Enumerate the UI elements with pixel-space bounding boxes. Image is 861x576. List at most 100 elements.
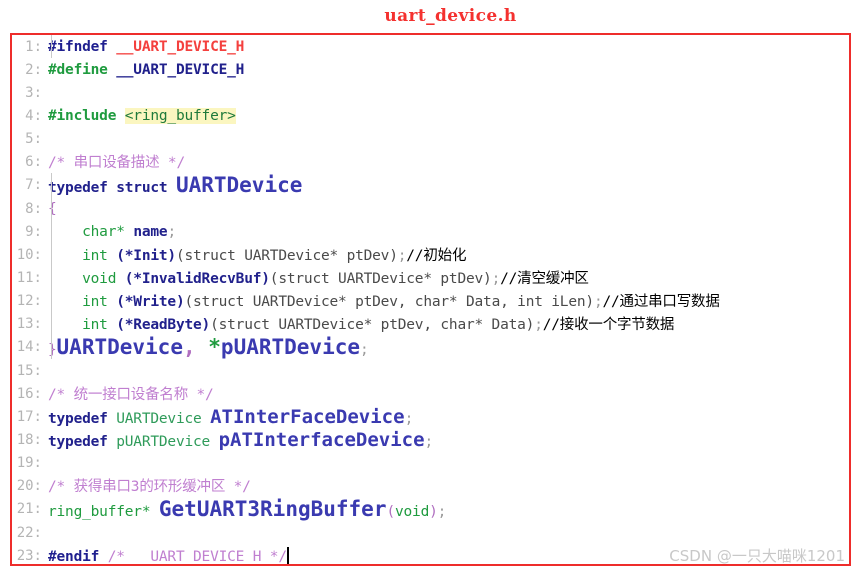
code-line[interactable]: 9: char* name; (12, 220, 849, 243)
code-line[interactable]: 8: { (12, 197, 849, 220)
line-content[interactable]: }UARTDevice, *pUARTDevice; (45, 335, 849, 359)
code-line[interactable]: 19: (12, 451, 849, 474)
code-line[interactable]: 13: int (*ReadByte)(struct UARTDevice* p… (12, 312, 849, 335)
code-line[interactable]: 14: }UARTDevice, *pUARTDevice; (12, 335, 849, 359)
line-number: 17: (16, 408, 42, 425)
line-number: 1: (25, 38, 42, 55)
token-keyword: typedef struct (48, 180, 168, 196)
code-line[interactable]: 17: typedef UARTDevice ATInterFaceDevice… (12, 405, 849, 428)
line-number: 21: (16, 501, 42, 517)
line-content[interactable]: /* 串口设备描述 */ (45, 150, 849, 173)
token-directive: #include (48, 107, 117, 124)
code-line[interactable]: 10: int (*Init)(struct UARTDevice* ptDev… (12, 243, 849, 266)
line-content[interactable]: typedef struct UARTDevice (45, 173, 849, 197)
token-include-path: <ring_buffer> (124, 107, 236, 124)
token-void-param: void (395, 504, 430, 520)
line-number: 2: (25, 61, 42, 78)
line-number: 16: (16, 385, 42, 402)
token-function-pointer: (*Write) (116, 294, 185, 310)
token-brace-open: { (48, 200, 57, 217)
line-number: 10: (16, 246, 42, 263)
token-pointer-star: * (208, 335, 221, 359)
token-directive: #ifndef (48, 38, 108, 55)
line-content[interactable]: void (*InvalidRecvBuf)(struct UARTDevice… (45, 266, 849, 289)
page-title: uart_device.h (384, 5, 517, 26)
code-line[interactable]: 22: (12, 521, 849, 544)
line-content[interactable] (45, 521, 849, 544)
token-paren-close: ) (429, 504, 438, 520)
token-type: int (82, 317, 108, 333)
line-content[interactable]: /* 统一接口设备名称 */ (45, 382, 849, 405)
code-line[interactable]: 20: /* 获得串口3的环形缓冲区 */ (12, 474, 849, 497)
token-type: void (82, 271, 117, 287)
line-content[interactable]: #ifndef __UART_DEVICE_H (45, 35, 849, 58)
token-function-name: GetUART3RingBuffer (158, 497, 387, 521)
token-return-type: ring_buffer* (48, 504, 151, 520)
token-macro-name: __UART_DEVICE_H (116, 38, 245, 55)
code-line[interactable]: 4: #include <ring_buffer> (12, 104, 849, 127)
code-line[interactable]: 11: void (*InvalidRecvBuf)(struct UARTDe… (12, 266, 849, 289)
token-function-pointer: (*ReadByte) (116, 317, 211, 333)
token-params: (struct UARTDevice* ptDev, char* Data, i… (184, 294, 595, 310)
line-content[interactable]: int (*Write)(struct UARTDevice* ptDev, c… (45, 289, 849, 312)
token-type: int (82, 294, 108, 310)
line-number: 4: (25, 107, 42, 124)
line-content[interactable] (45, 127, 849, 150)
code-line[interactable]: 2: #define __UART_DEVICE_H (12, 58, 849, 81)
token-member-name: name (133, 223, 168, 240)
line-number: 12: (16, 292, 42, 309)
token-params: (struct UARTDevice* ptDev) (175, 248, 398, 264)
code-line[interactable]: 12: int (*Write)(struct UARTDevice* ptDe… (12, 289, 849, 312)
text-cursor (286, 546, 289, 564)
line-content[interactable]: #include <ring_buffer> (45, 104, 849, 127)
token-semicolon: ; (437, 504, 447, 520)
line-content[interactable]: int (*Init)(struct UARTDevice* ptDev);//… (45, 243, 849, 266)
line-content[interactable] (45, 451, 849, 474)
code-line[interactable]: 6: /* 串口设备描述 */ (12, 150, 849, 173)
line-content[interactable]: ring_buffer* GetUART3RingBuffer(void); (45, 497, 849, 521)
line-content[interactable] (45, 81, 849, 104)
token-type: char* (82, 223, 125, 240)
code-line[interactable]: 15: (12, 359, 849, 382)
code-line[interactable]: 21: ring_buffer* GetUART3RingBuffer(void… (12, 497, 849, 521)
token-struct-name: UARTDevice (175, 173, 303, 197)
code-line[interactable]: 16: /* 统一接口设备名称 */ (12, 382, 849, 405)
code-line[interactable]: 18: typedef pUARTDevice pATInterfaceDevi… (12, 428, 849, 451)
line-number: 14: (16, 339, 42, 355)
line-number: 8: (25, 200, 42, 217)
code-line[interactable]: 3: (12, 81, 849, 104)
token-params: (struct UARTDevice* ptDev, char* Data) (210, 317, 535, 333)
token-semicolon: ; (360, 342, 369, 358)
line-number: 5: (25, 130, 42, 147)
token-macro-name: __UART_DEVICE_H (116, 61, 245, 78)
line-content[interactable]: typedef pUARTDevice pATInterfaceDevice; (45, 428, 849, 451)
token-semicolon: ; (424, 433, 434, 450)
token-semicolon: ; (404, 410, 414, 427)
line-content[interactable]: typedef UARTDevice ATInterFaceDevice; (45, 405, 849, 428)
line-number: 22: (16, 524, 42, 541)
line-content[interactable] (45, 359, 849, 382)
code-line[interactable]: 5: (12, 127, 849, 150)
line-content[interactable]: char* name; (45, 220, 849, 243)
token-line-comment: //通过串口写数据 (602, 294, 720, 310)
token-block-comment: /* __UART_DEVICE_H */ (107, 548, 287, 565)
title-bar: uart_device.h (0, 0, 861, 31)
line-content[interactable]: #define __UART_DEVICE_H (45, 58, 849, 81)
line-content[interactable]: /* 获得串口3的环形缓冲区 */ (45, 474, 849, 497)
watermark: CSDN @一只大喵咪1201 (669, 547, 845, 565)
line-number: 19: (16, 454, 42, 471)
token-brace-close: } (48, 342, 57, 358)
code-line[interactable]: 7: typedef struct UARTDevice (12, 173, 849, 197)
line-number: 20: (16, 477, 42, 494)
token-block-comment: /* 获得串口3的环形缓冲区 */ (48, 479, 251, 495)
line-content[interactable]: { (45, 197, 849, 220)
code-editor-frame: 1: #ifndef __UART_DEVICE_H 2: #define __… (10, 33, 851, 566)
token-alias-name: ATInterFaceDevice (210, 405, 405, 428)
line-number: 15: (16, 362, 42, 379)
token-block-comment: /* 串口设备描述 */ (48, 155, 185, 171)
token-directive: #define (48, 61, 108, 78)
line-content[interactable]: int (*ReadByte)(struct UARTDevice* ptDev… (45, 312, 849, 335)
line-number: 18: (16, 431, 42, 448)
code-line[interactable]: 1: #ifndef __UART_DEVICE_H (12, 35, 849, 58)
token-line-comment: //初始化 (406, 248, 467, 264)
